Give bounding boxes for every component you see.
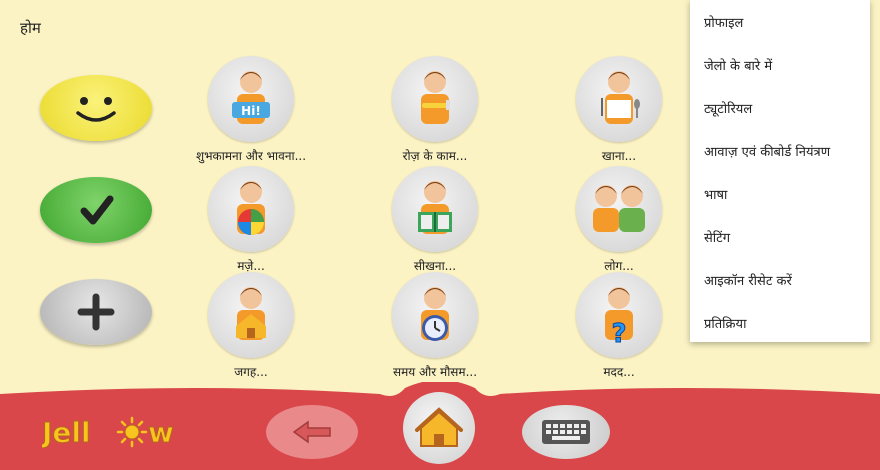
page-title: होम xyxy=(20,19,41,37)
greet-feel-icon: Hi! xyxy=(232,71,270,124)
tile-greet-feel[interactable]: Hi! शुभकामना और भावना... xyxy=(166,56,336,164)
tile-learning[interactable]: सीखना... xyxy=(350,166,520,274)
menu-item-reset-icons[interactable]: आइकॉन रीसेट करें xyxy=(704,271,792,289)
tile-fun[interactable]: मज़े... xyxy=(166,166,336,274)
logo-text-left: Jell xyxy=(42,416,91,449)
plus-icon xyxy=(77,293,115,331)
learning-book-icon xyxy=(418,181,452,234)
menu-item-settings[interactable]: सेटिंग xyxy=(704,228,730,246)
home-icon xyxy=(415,407,463,447)
checkmark-icon xyxy=(80,195,114,225)
more-button[interactable] xyxy=(40,279,152,345)
tile-time-weather[interactable]: समय और मौसम... xyxy=(350,272,520,380)
svg-text:Hi!: Hi! xyxy=(241,104,261,118)
daily-activities-icon xyxy=(421,71,450,124)
smiley-icon xyxy=(76,97,116,122)
tile-food[interactable]: खाना... xyxy=(534,56,704,164)
smiley-button[interactable] xyxy=(40,75,152,141)
jellow-logo: Jell w xyxy=(40,410,182,454)
back-button[interactable] xyxy=(266,405,358,459)
overflow-menu: प्रोफाइल जेलो के बारे में ट्यूटोरियल आवा… xyxy=(690,0,870,342)
help-question-icon: ? xyxy=(605,287,633,350)
tile-label: शुभकामना और भावना... xyxy=(195,149,307,163)
menu-item-tutorial[interactable]: ट्यूटोरियल xyxy=(704,99,752,117)
menu-item-language[interactable]: भाषा xyxy=(704,185,727,203)
menu-item-voice-keyboard[interactable]: आवाज़ एवं कीबोर्ड नियंत्रण xyxy=(704,142,830,160)
time-clock-icon xyxy=(421,287,449,341)
fun-ball-icon xyxy=(237,181,265,235)
svg-text:?: ? xyxy=(611,319,626,349)
menu-item-feedback[interactable]: प्रतिक्रिया xyxy=(704,314,746,332)
tile-people[interactable]: लोग... xyxy=(534,166,704,274)
yes-button[interactable] xyxy=(40,177,152,243)
menu-item-about[interactable]: जेलो के बारे में xyxy=(704,56,772,74)
people-icon xyxy=(593,185,645,232)
keyboard-button[interactable] xyxy=(522,405,610,459)
menu-item-profile[interactable]: प्रोफाइल xyxy=(704,13,743,31)
food-icon xyxy=(601,71,640,124)
tile-label: मदद... xyxy=(603,365,635,379)
tile-label: समय और मौसम... xyxy=(392,365,478,379)
home-button[interactable] xyxy=(403,392,475,464)
tile-daily[interactable]: रोज़ के काम... xyxy=(350,56,520,164)
tile-label: रोज़ के काम... xyxy=(402,149,468,163)
places-house-icon xyxy=(236,287,266,340)
tile-help[interactable]: ? मदद... xyxy=(534,272,704,380)
tile-label: जगह... xyxy=(234,365,268,379)
tile-places[interactable]: जगह... xyxy=(166,272,336,380)
keyboard-icon xyxy=(542,420,590,444)
back-arrow-icon xyxy=(292,420,331,444)
tile-label: खाना... xyxy=(601,149,637,163)
logo-text-right: w xyxy=(148,416,174,449)
